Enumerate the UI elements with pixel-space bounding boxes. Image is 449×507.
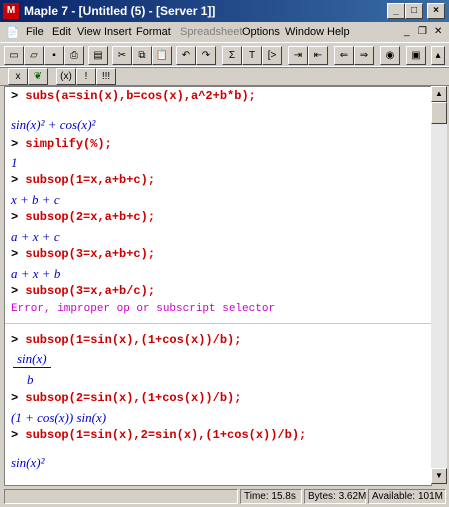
print-icon[interactable]: ⎙: [64, 46, 84, 65]
toolbar-scroll-icon[interactable]: ▴: [431, 46, 445, 65]
maximize-button[interactable]: □: [405, 3, 423, 19]
restart-icon[interactable]: ▣: [406, 46, 426, 65]
scroll-down-icon[interactable]: ▼: [431, 468, 447, 484]
menu-window[interactable]: Window: [285, 26, 324, 38]
text-icon[interactable]: T: [242, 46, 262, 65]
context-toolbar: x ❦ (x) ! !!!: [0, 66, 449, 86]
input-line[interactable]: > subsop(3=x,a+b+c);: [11, 247, 155, 261]
title-bar: M Maple 7 - [Untitled (5) - [Server 1]] …: [0, 0, 449, 22]
redo-icon[interactable]: ↷: [196, 46, 216, 65]
maple-app-icon[interactable]: M: [3, 3, 19, 19]
menu-bar: 📄 File Edit View Insert Format Spreadshe…: [0, 22, 449, 42]
mdi-close-icon[interactable]: ✕: [434, 26, 442, 37]
forward-icon[interactable]: ⇒: [354, 46, 374, 65]
paste-icon[interactable]: 📋: [152, 46, 172, 65]
cut-icon[interactable]: ✂: [112, 46, 132, 65]
menu-options[interactable]: Options: [242, 26, 280, 38]
execute-icon[interactable]: x: [8, 68, 28, 85]
menu-edit[interactable]: Edit: [52, 26, 71, 38]
status-time: Time: 15.8s: [240, 489, 302, 504]
menu-file[interactable]: File: [26, 26, 44, 38]
print-preview-icon[interactable]: ▤: [88, 46, 108, 65]
scroll-thumb[interactable]: [431, 102, 447, 124]
status-bytes: Bytes: 3.62M: [304, 489, 366, 504]
execute-all-icon[interactable]: !!!: [96, 68, 116, 85]
open-icon[interactable]: ▱: [24, 46, 44, 65]
menu-view[interactable]: View: [77, 26, 101, 38]
output-line: sin(x)²: [11, 455, 45, 470]
back-icon[interactable]: ⇐: [334, 46, 354, 65]
section-divider: [5, 323, 431, 324]
mdi-minimize-icon[interactable]: _: [404, 26, 410, 37]
input-line[interactable]: > subsop(1=x,a+b+c);: [11, 173, 155, 187]
output-line: x + b + c: [11, 192, 60, 207]
input-line[interactable]: > subsop(3=x,a+b/c);: [11, 284, 155, 298]
prompt-icon[interactable]: [>: [262, 46, 282, 65]
input-line[interactable]: > subs(a=sin(x),b=cos(x),a^2+b*b);: [11, 89, 256, 103]
minimize-button[interactable]: _: [387, 3, 405, 19]
window-title: Maple 7 - [Untitled (5) - [Server 1]]: [24, 4, 216, 18]
output-line: a + x + c: [11, 229, 60, 244]
input-line[interactable]: > subsop(2=x,a+b+c);: [11, 210, 155, 224]
main-toolbar: ▭ ▱ ▪ ⎙ ▤ ✂ ⧉ 📋 ↶ ↷ Σ T [> ⇥ ⇤ ⇐ ⇒ ◉ ▣ ▴: [0, 42, 449, 68]
sigma-icon[interactable]: Σ: [222, 46, 242, 65]
save-icon[interactable]: ▪: [44, 46, 64, 65]
error-message: Error, improper op or subscript selector: [11, 303, 276, 315]
vertical-scrollbar[interactable]: ▲ ▼: [431, 86, 447, 484]
maple-leaf-icon[interactable]: ❦: [28, 68, 48, 85]
indent-icon[interactable]: ⇥: [288, 46, 308, 65]
input-line[interactable]: > subsop(1=sin(x),2=sin(x),(1+cos(x))/b)…: [11, 428, 306, 442]
copy-icon[interactable]: ⧉: [132, 46, 152, 65]
input-line[interactable]: > subsop(2=sin(x),(1+cos(x))/b);: [11, 391, 241, 405]
mdi-restore-icon[interactable]: ❐: [418, 26, 427, 37]
output-line: sin(x)² + cos(x)²: [11, 117, 96, 132]
menu-help[interactable]: Help: [327, 26, 350, 38]
undo-icon[interactable]: ↶: [176, 46, 196, 65]
output-line: a + x + b: [11, 266, 61, 281]
menu-format[interactable]: Format: [136, 26, 171, 38]
fraction-numerator: sin(x): [13, 351, 51, 368]
doc-icon[interactable]: 📄: [6, 26, 20, 39]
status-bar: Time: 15.8s Bytes: 3.62M Available: 101M: [0, 486, 449, 507]
close-button[interactable]: ×: [427, 3, 445, 19]
status-message: [4, 489, 238, 504]
new-icon[interactable]: ▭: [4, 46, 24, 65]
output-line: 1: [11, 155, 18, 170]
worksheet[interactable]: > subs(a=sin(x),b=cos(x),a^2+b*b); sin(x…: [4, 86, 432, 486]
menu-spreadsheet[interactable]: Spreadsheet: [180, 26, 242, 38]
input-line[interactable]: > subsop(1=sin(x),(1+cos(x))/b);: [11, 333, 241, 347]
output-line: (1 + cos(x)) sin(x): [11, 410, 107, 425]
math-input-icon[interactable]: (x): [56, 68, 76, 85]
exclaim-icon[interactable]: !: [76, 68, 96, 85]
stop-icon[interactable]: ◉: [380, 46, 400, 65]
status-available: Available: 101M: [368, 489, 446, 504]
outdent-icon[interactable]: ⇤: [308, 46, 328, 65]
fraction-denominator: b: [27, 372, 34, 387]
menu-insert[interactable]: Insert: [104, 26, 132, 38]
input-line[interactable]: > simplify(%);: [11, 137, 112, 151]
scroll-up-icon[interactable]: ▲: [431, 86, 447, 102]
